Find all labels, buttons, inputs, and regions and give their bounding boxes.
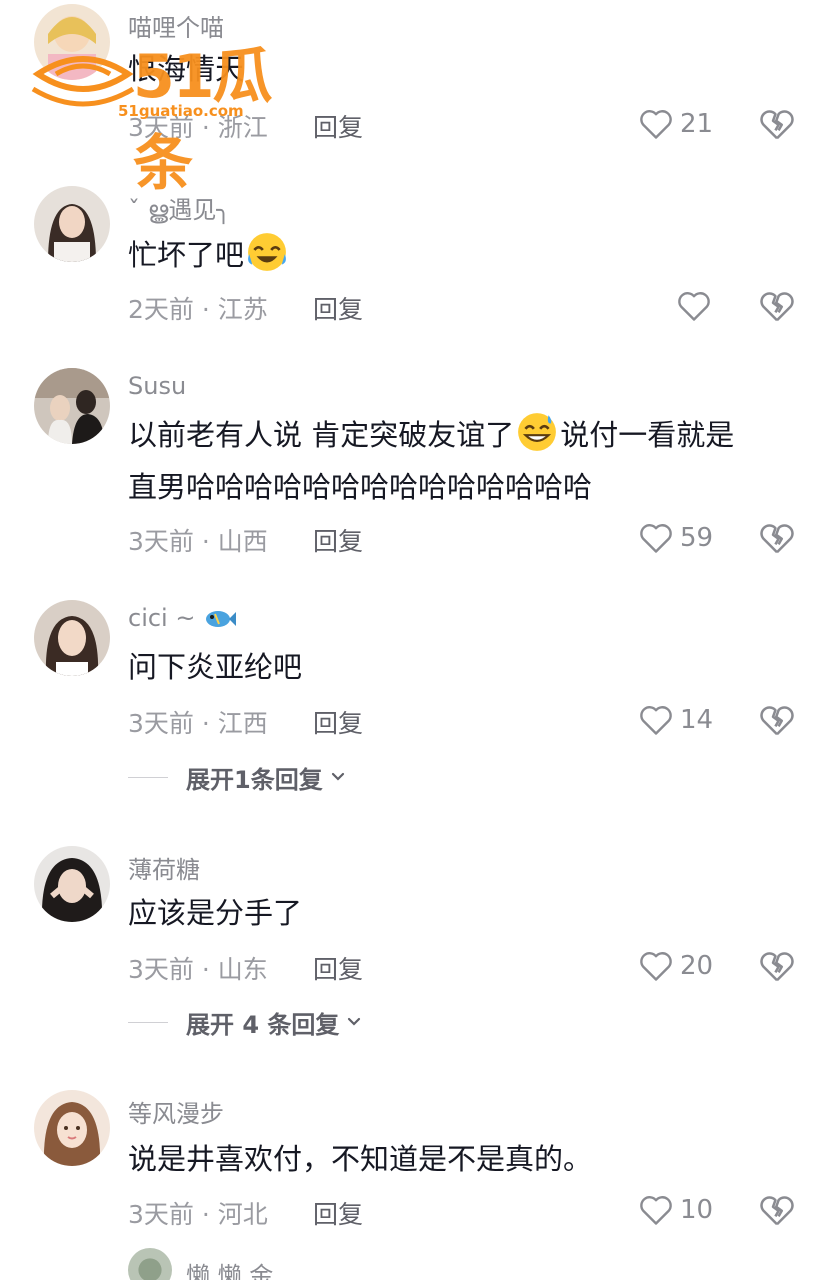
avatar[interactable] [34, 600, 110, 676]
heart-icon [640, 1196, 672, 1225]
reply-button[interactable]: 回复 [313, 290, 363, 326]
comment-username[interactable]: 懒 懒 金 [186, 1256, 273, 1280]
comment-username[interactable]: ˇ ൠ遇见╮ [128, 190, 231, 225]
reply-button[interactable]: 回复 [313, 522, 363, 558]
like-count: 20 [680, 951, 714, 981]
avatar[interactable] [34, 846, 110, 922]
reply-button[interactable]: 回复 [313, 950, 363, 986]
dislike-button[interactable] [758, 702, 796, 738]
comment-username[interactable]: cici ~ [128, 604, 237, 632]
like-button[interactable]: 59 [638, 518, 713, 558]
comment-meta: 2天前 · 江苏 [128, 295, 268, 324]
like-button[interactable]: 10 [638, 1190, 713, 1230]
comment-text: 以前老有人说 肯定突破友谊了 说付一看就是 [128, 410, 734, 460]
broken-heart-icon [760, 524, 794, 554]
broken-heart-icon [760, 706, 794, 736]
dislike-button[interactable] [758, 948, 796, 984]
dislike-button[interactable] [758, 520, 796, 556]
chevron-down-icon [331, 772, 344, 781]
crying-laughing-emoji-icon [248, 233, 286, 271]
grinning-sweat-emoji-icon [518, 413, 557, 451]
comment-username[interactable]: 薄荷糖 [128, 850, 200, 885]
heart-icon [640, 110, 672, 139]
comment-meta: 3天前 · 江西 [128, 709, 268, 738]
comment-meta: 3天前 · 浙江 [128, 113, 268, 142]
reply-button[interactable]: 回复 [313, 1195, 363, 1231]
like-button[interactable]: 14 [638, 700, 713, 740]
comment-username[interactable]: Susu [128, 372, 186, 400]
comment-text: 恨海情天 [128, 52, 245, 86]
fish-emoji-icon [206, 611, 237, 627]
heart-icon [640, 524, 672, 553]
expand-divider [128, 1021, 168, 1023]
avatar[interactable] [34, 186, 110, 262]
comment-username[interactable]: 喵哩个喵 [128, 8, 224, 43]
like-count: 14 [680, 705, 714, 735]
avatar[interactable] [34, 1090, 110, 1166]
comment-text: 忙坏了吧 [128, 230, 290, 280]
comment-text-line2: 直男哈哈哈哈哈哈哈哈哈哈哈哈哈哈 [128, 470, 593, 504]
expand-replies-label: 展开 4 条回复 [186, 1010, 340, 1039]
avatar[interactable] [34, 4, 110, 80]
broken-heart-icon [760, 292, 794, 322]
like-count: 59 [680, 523, 714, 553]
heart-icon [640, 706, 672, 735]
like-count: 10 [680, 1195, 714, 1225]
comment-username[interactable]: 等风漫步 [128, 1094, 224, 1129]
like-count: 21 [680, 109, 714, 139]
expand-replies-label: 展开1条回复 [186, 765, 323, 794]
comment-meta: 3天前 · 河北 [128, 1200, 268, 1229]
reply-button[interactable]: 回复 [313, 704, 363, 740]
like-button[interactable]: 20 [638, 946, 713, 986]
comment-meta: 3天前 · 山东 [128, 955, 268, 984]
comment-meta: 3天前 · 山西 [128, 527, 268, 556]
broken-heart-icon [760, 1196, 794, 1226]
chevron-down-icon [348, 1017, 361, 1026]
heart-icon [640, 952, 672, 981]
comment-text: 问下炎亚纶吧 [128, 650, 303, 684]
avatar[interactable] [34, 368, 110, 444]
expand-divider [128, 776, 168, 778]
broken-heart-icon [760, 110, 794, 140]
expand-replies-button[interactable]: 展开1条回复 [128, 760, 347, 794]
heart-icon [678, 292, 710, 321]
like-button[interactable]: 21 [638, 104, 713, 144]
dislike-button[interactable] [758, 288, 796, 324]
dislike-button[interactable] [758, 106, 796, 142]
broken-heart-icon [760, 952, 794, 982]
comment-text: 说是井喜欢付，不知道是不是真的。 [128, 1142, 593, 1176]
expand-replies-button[interactable]: 展开 4 条回复 [128, 1005, 363, 1039]
comment-text: 应该是分手了 [128, 896, 303, 930]
avatar[interactable] [128, 1248, 172, 1280]
dislike-button[interactable] [758, 1192, 796, 1228]
reply-button[interactable]: 回复 [313, 108, 363, 144]
like-button[interactable] [676, 286, 712, 326]
